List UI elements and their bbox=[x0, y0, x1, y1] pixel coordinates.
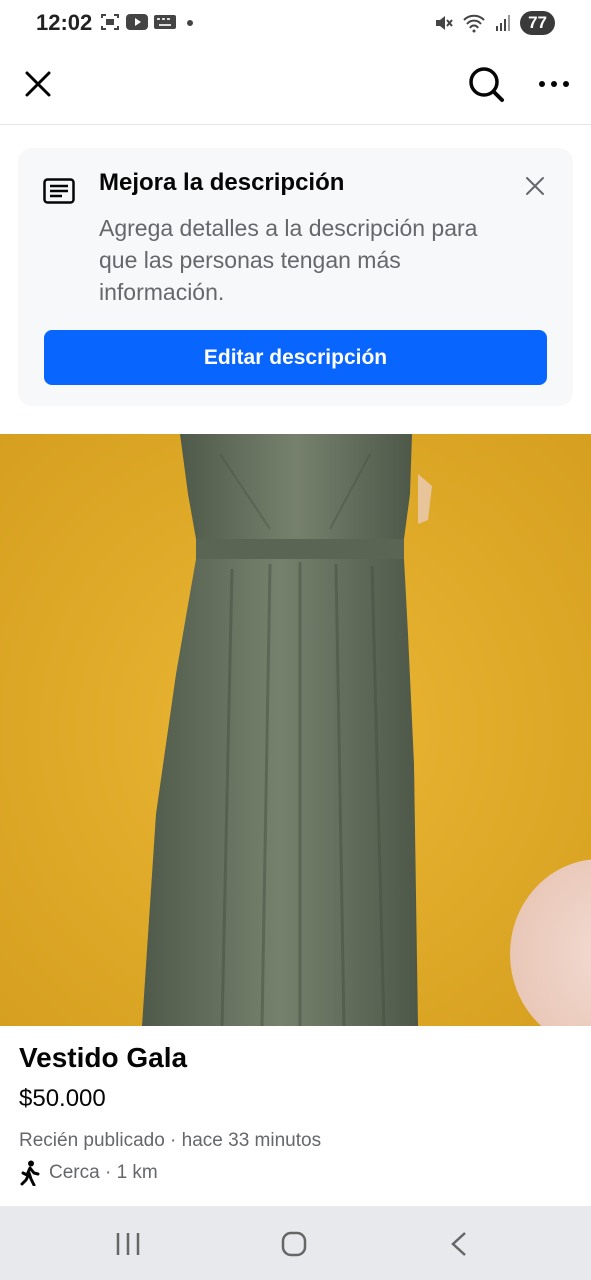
status-right-icons: 77 bbox=[434, 11, 555, 35]
walking-icon bbox=[20, 1160, 40, 1186]
improve-description-card: Mejora la descripción Agrega detalles a … bbox=[18, 148, 573, 406]
close-icon[interactable] bbox=[22, 68, 54, 100]
search-icon[interactable] bbox=[466, 64, 506, 104]
card-body: Agrega detalles a la descripción para qu… bbox=[99, 215, 478, 305]
youtube-icon bbox=[126, 14, 148, 30]
listing-title: Vestido Gala bbox=[19, 1042, 188, 1073]
listing-meta: Recién publicado · hace 33 minutos bbox=[19, 1130, 322, 1151]
screenshot-icon bbox=[101, 14, 119, 30]
signal-icon bbox=[496, 15, 511, 31]
system-nav-bar bbox=[0, 1206, 591, 1280]
status-left-icons bbox=[100, 13, 196, 31]
card-title: Mejora la descripción bbox=[99, 169, 345, 196]
dot-icon bbox=[187, 20, 193, 26]
edit-description-button[interactable]: Editar descripción bbox=[44, 330, 547, 385]
more-icon[interactable] bbox=[536, 70, 572, 98]
description-icon bbox=[43, 178, 75, 204]
recent-apps-icon[interactable] bbox=[108, 1224, 148, 1264]
battery-badge: 77 bbox=[520, 11, 555, 35]
top-bar bbox=[0, 48, 591, 125]
status-time: 12:02 bbox=[36, 10, 93, 35]
back-icon[interactable] bbox=[440, 1224, 480, 1264]
status-bar: 12:02 77 bbox=[0, 0, 591, 48]
dismiss-icon[interactable] bbox=[523, 174, 547, 198]
keyboard-icon bbox=[154, 15, 176, 29]
listing-price: $50.000 bbox=[19, 1085, 106, 1112]
listing-photo[interactable] bbox=[0, 434, 591, 1026]
location-text: Cerca · 1 km bbox=[49, 1162, 158, 1183]
listing-location: Cerca · 1 km bbox=[19, 1160, 158, 1186]
mute-icon bbox=[436, 16, 453, 30]
dress-image bbox=[0, 434, 591, 1026]
wifi-icon bbox=[463, 14, 485, 33]
home-icon[interactable] bbox=[274, 1224, 314, 1264]
